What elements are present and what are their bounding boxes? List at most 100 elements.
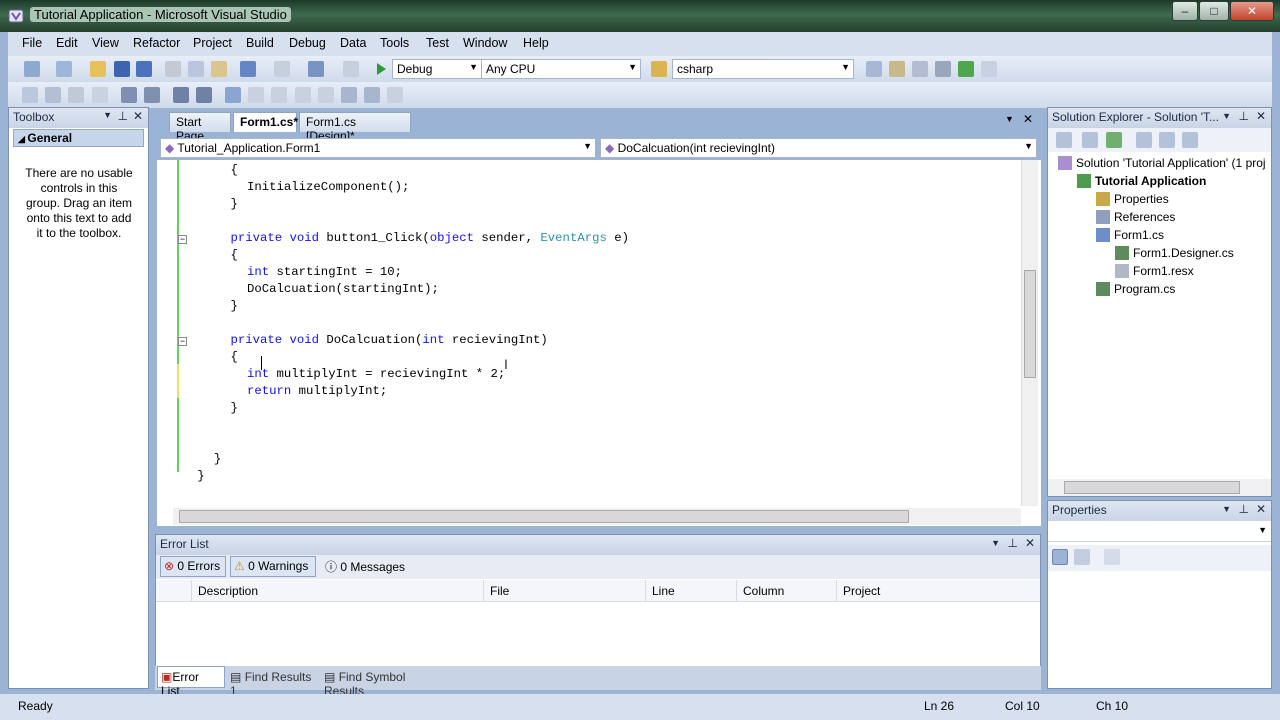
next-bookmark-folder-icon[interactable] bbox=[318, 87, 334, 103]
view-class-diagram-icon[interactable] bbox=[1182, 132, 1198, 148]
other-windows-icon[interactable] bbox=[981, 61, 997, 77]
pin-icon[interactable]: ⊥ bbox=[1008, 536, 1018, 550]
clear-bookmarks-icon[interactable] bbox=[387, 87, 403, 103]
solution-explorer-icon[interactable] bbox=[866, 61, 882, 77]
tab-find-results-1[interactable]: ▤ Find Results 1 bbox=[227, 668, 319, 698]
parameter-info-icon[interactable] bbox=[45, 87, 61, 103]
tree-item[interactable]: References bbox=[1096, 208, 1175, 226]
close-icon[interactable]: ✕ bbox=[1023, 112, 1033, 126]
minimize-button[interactable]: – bbox=[1172, 1, 1198, 21]
menu-data[interactable]: Data bbox=[340, 36, 366, 50]
collapse-region-icon[interactable]: − bbox=[178, 337, 187, 346]
object-selector-dropdown[interactable]: ▼ bbox=[1048, 522, 1271, 542]
tab-form1-cs[interactable]: Form1.cs* bbox=[233, 112, 298, 132]
code-line[interactable]: private void button1_Click(object sender… bbox=[230, 230, 629, 247]
redo-icon[interactable] bbox=[274, 61, 290, 77]
start-page-icon[interactable] bbox=[958, 61, 974, 77]
uncomment-lines-icon[interactable] bbox=[196, 87, 212, 103]
column-header-column[interactable]: Column bbox=[737, 580, 837, 602]
toolbox-icon[interactable] bbox=[935, 61, 951, 77]
tab-form1-design[interactable]: Form1.cs [Design]* bbox=[299, 112, 411, 143]
view-code-icon[interactable] bbox=[1136, 132, 1152, 148]
alphabetical-icon[interactable] bbox=[1074, 549, 1090, 565]
close-icon[interactable]: ✕ bbox=[1256, 109, 1266, 123]
chevron-down-icon[interactable]: ▼ bbox=[991, 538, 1000, 548]
column-header-file[interactable]: File bbox=[484, 580, 646, 602]
find-in-files-icon[interactable] bbox=[651, 61, 667, 77]
code-line[interactable]: int startingInt = 10; bbox=[247, 264, 402, 281]
next-bookmark-icon[interactable] bbox=[271, 87, 287, 103]
horizontal-scroll-thumb[interactable] bbox=[179, 510, 909, 523]
column-header-icon[interactable] bbox=[156, 580, 192, 602]
navigate-backward-icon[interactable] bbox=[308, 61, 324, 77]
menu-tools[interactable]: Tools bbox=[380, 36, 409, 50]
bookmark-icon[interactable] bbox=[225, 87, 241, 103]
code-editor[interactable]: − − { InitializeComponent();} private void… bbox=[157, 160, 1041, 526]
complete-word-icon[interactable] bbox=[92, 87, 108, 103]
menu-file[interactable]: File bbox=[22, 36, 42, 50]
navigate-forward-icon[interactable] bbox=[343, 61, 359, 77]
code-line[interactable]: { bbox=[230, 349, 237, 366]
save-all-icon[interactable] bbox=[136, 61, 152, 77]
menu-project[interactable]: Project bbox=[193, 36, 232, 50]
tab-error-list[interactable]: ▣Error List bbox=[157, 666, 225, 698]
code-line[interactable]: InitializeComponent(); bbox=[247, 179, 409, 196]
menu-window[interactable]: Window bbox=[463, 36, 507, 50]
tree-item[interactable]: Tutorial Application bbox=[1077, 172, 1206, 190]
menu-view[interactable]: View bbox=[92, 36, 119, 50]
tree-item[interactable]: Properties bbox=[1096, 190, 1169, 208]
code-line[interactable]: { bbox=[230, 247, 237, 264]
tree-item[interactable]: Solution 'Tutorial Application' (1 proj bbox=[1058, 154, 1266, 172]
pin-icon[interactable]: ⊥ bbox=[1239, 109, 1249, 123]
vertical-scroll-thumb[interactable] bbox=[1024, 270, 1036, 378]
tree-item[interactable]: Form1.Designer.cs bbox=[1115, 244, 1234, 262]
categorized-icon[interactable] bbox=[1052, 549, 1068, 565]
increase-indent-icon[interactable] bbox=[144, 87, 160, 103]
pin-icon[interactable]: ⊥ bbox=[118, 109, 128, 123]
warnings-filter-button[interactable]: ⚠ 0 Warnings bbox=[230, 556, 316, 577]
decrease-indent-icon[interactable] bbox=[121, 87, 137, 103]
tab-start-page[interactable]: Start Page bbox=[169, 112, 231, 143]
quick-info-icon[interactable] bbox=[68, 87, 84, 103]
messages-filter-button[interactable]: ⓘ 0 Messages bbox=[322, 556, 410, 577]
code-line[interactable]: DoCalcuation(startingInt); bbox=[247, 281, 439, 298]
tree-item[interactable]: Program.cs bbox=[1096, 280, 1175, 298]
code-line[interactable]: return multiplyInt; bbox=[247, 383, 387, 400]
close-icon[interactable]: ✕ bbox=[133, 109, 143, 123]
menu-edit[interactable]: Edit bbox=[56, 36, 78, 50]
previous-bookmark-icon[interactable] bbox=[248, 87, 264, 103]
undo-icon[interactable] bbox=[240, 61, 256, 77]
menu-refactor[interactable]: Refactor bbox=[133, 36, 180, 50]
column-header-line[interactable]: Line bbox=[646, 580, 737, 602]
chevron-down-icon[interactable]: ▼ bbox=[103, 110, 112, 120]
next-bookmark-document-icon[interactable] bbox=[364, 87, 380, 103]
comment-lines-icon[interactable] bbox=[173, 87, 189, 103]
close-window-button[interactable]: ✕ bbox=[1230, 1, 1274, 21]
vertical-scrollbar[interactable] bbox=[1021, 160, 1038, 506]
menu-test[interactable]: Test bbox=[426, 36, 449, 50]
cut-icon[interactable] bbox=[165, 61, 181, 77]
toolbox-group-general[interactable]: ◢ General bbox=[13, 129, 144, 147]
close-icon[interactable]: ✕ bbox=[1025, 536, 1035, 550]
solution-platform-dropdown[interactable]: Any CPU ▼ bbox=[481, 59, 641, 79]
show-all-files-icon[interactable] bbox=[1082, 132, 1098, 148]
code-line[interactable]: } bbox=[230, 400, 237, 417]
horizontal-scrollbar[interactable] bbox=[173, 508, 1021, 525]
code-line[interactable]: } bbox=[214, 451, 221, 468]
previous-bookmark-document-icon[interactable] bbox=[341, 87, 357, 103]
column-header-description[interactable]: Description bbox=[192, 580, 484, 602]
menu-help[interactable]: Help bbox=[523, 36, 549, 50]
tab-find-symbol-results[interactable]: ▤ Find Symbol Results bbox=[321, 668, 451, 698]
new-project-icon[interactable] bbox=[24, 61, 40, 77]
collapse-region-icon[interactable]: − bbox=[178, 235, 187, 244]
open-file-icon[interactable] bbox=[90, 61, 106, 77]
pin-icon[interactable]: ⊥ bbox=[1239, 502, 1249, 516]
code-line[interactable]: } bbox=[197, 468, 204, 485]
view-designer-icon[interactable] bbox=[1159, 132, 1175, 148]
copy-icon[interactable] bbox=[188, 61, 204, 77]
previous-bookmark-folder-icon[interactable] bbox=[295, 87, 311, 103]
chevron-down-icon[interactable]: ▼ bbox=[1222, 504, 1231, 514]
chevron-down-icon[interactable]: ▼ bbox=[1005, 114, 1014, 124]
solution-configuration-dropdown[interactable]: Debug ▼ bbox=[392, 59, 482, 79]
code-line[interactable]: int multiplyInt = recievingInt * 2; bbox=[247, 366, 505, 383]
